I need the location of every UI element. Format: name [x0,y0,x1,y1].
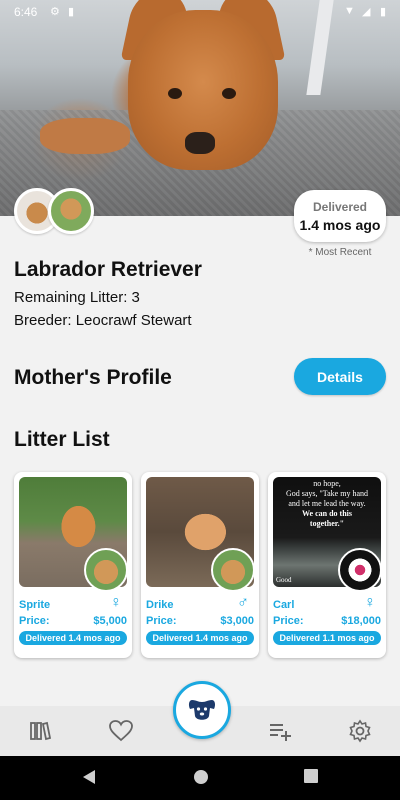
male-icon: ♂ [237,594,249,611]
puppy-name: Drike [146,599,174,611]
delivered-label: Delivered [312,200,368,214]
price-label: Price: [273,615,304,627]
puppy-name: Carl [273,599,295,611]
remaining-litter: Remaining Litter: 3 [14,289,140,306]
status-time: 6:46 [14,5,38,19]
quote-line: no hope, [313,479,341,488]
sd-card-icon: ▮ [68,6,75,18]
heart-icon[interactable] [108,719,134,749]
puppy-name: Sprite [19,599,51,611]
delivered-card: Delivered 1.4 mos ago [294,190,386,242]
battery-icon: ▮ [380,6,387,18]
status-bar: 6:46 ⚙ ▮ ▼ ◢ ▮ [0,0,400,24]
litter-card[interactable]: Sprite ♀ Price: $5,000 Delivered 1.4 mos… [14,472,132,658]
delivered-badge: Delivered 1.1 mos ago [273,631,381,645]
system-nav-bar [0,756,400,800]
price-label: Price: [19,615,50,627]
female-icon: ♀ [110,594,122,611]
quote-line: We can do this [301,509,352,518]
price-value: $5,000 [93,615,127,627]
quote-line: God says, "Take my hand [285,489,369,498]
litter-card[interactable]: Drike ♂ Price: $3,000 Delivered 1.4 mos … [141,472,259,658]
gear-icon[interactable] [348,719,372,749]
litter-list-title: Litter List [14,428,110,451]
puppy-thumbnail [211,548,255,592]
breeder-name: Breeder: Leocrawf Stewart [14,312,192,329]
dog-fab-button[interactable] [173,681,231,739]
mother-profile-title: Mother's Profile [14,366,172,389]
most-recent-note: * Most Recent [308,247,372,258]
father-avatar[interactable] [48,188,94,234]
litter-card[interactable]: no hope, God says, "Take my hand and let… [268,472,386,658]
delivered-badge: Delivered 1.4 mos ago [19,631,127,645]
library-icon[interactable] [28,719,52,749]
back-icon[interactable] [82,769,96,790]
price-value: $3,000 [220,615,254,627]
female-icon: ♀ [364,594,376,611]
details-button[interactable]: Details [294,358,386,395]
price-value: $18,000 [341,615,381,627]
hero-image [0,0,400,216]
puppy-thumbnail [84,548,128,592]
settings-status-icon: ⚙ [50,6,60,18]
delivered-value: 1.4 mos ago [299,217,381,233]
playlist-add-icon[interactable] [268,719,292,749]
quote-line: together." [309,519,345,528]
home-icon[interactable] [193,769,209,790]
litter-list: Sprite ♀ Price: $5,000 Delivered 1.4 mos… [14,472,386,658]
breed-title: Labrador Retriever [14,258,202,281]
wifi-icon: ▼ [344,5,355,17]
quote-line: and let me lead the way. [288,499,366,508]
price-label: Price: [146,615,177,627]
delivered-badge: Delivered 1.4 mos ago [146,631,254,645]
quote-line: Good [276,576,292,584]
recents-icon[interactable] [304,769,318,788]
signal-icon: ◢ [362,6,371,18]
puppy-thumbnail [338,548,382,592]
